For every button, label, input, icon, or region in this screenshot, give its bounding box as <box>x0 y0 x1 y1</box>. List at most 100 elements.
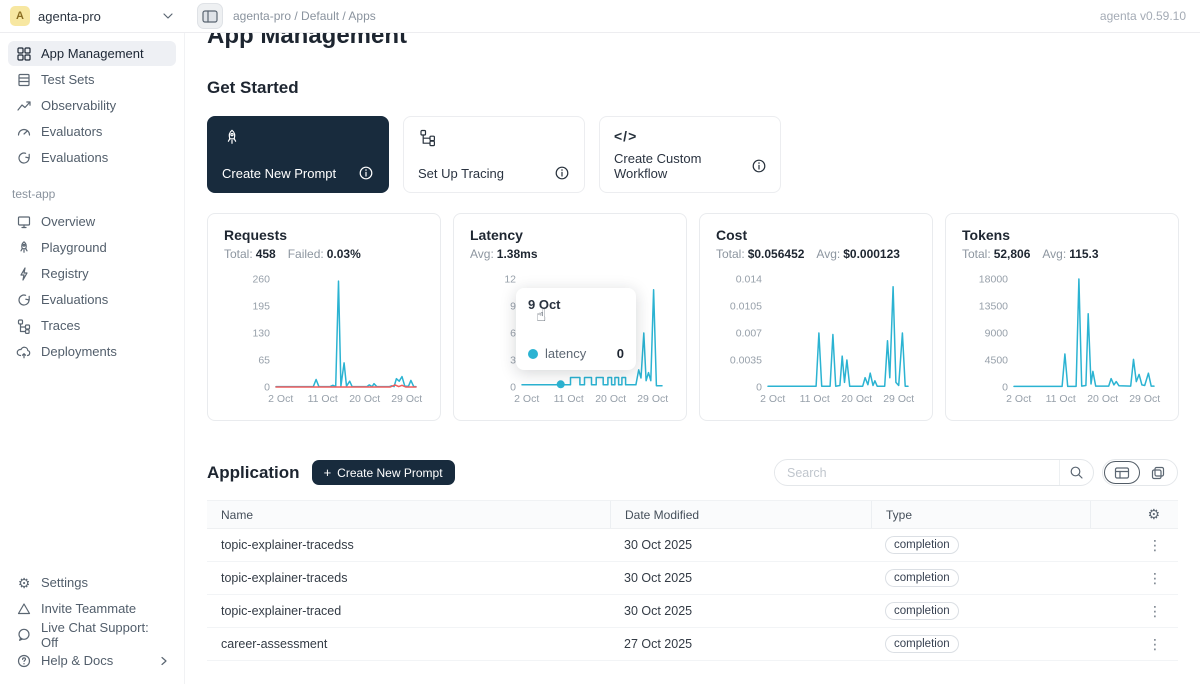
tokens-card: Tokens Total:52,806 Avg:115.3 0450090001… <box>945 213 1179 421</box>
sidebar-item-label: Overview <box>41 214 95 229</box>
card-label: Set Up Tracing <box>418 166 504 181</box>
svg-text:20 Oct: 20 Oct <box>349 393 380 405</box>
sidebar-item-traces[interactable]: Traces <box>8 313 176 338</box>
workspace-avatar: A <box>10 6 30 26</box>
sidebar-item-label: Registry <box>41 266 89 281</box>
help-icon <box>16 653 32 669</box>
application-heading: Application <box>207 463 300 483</box>
refresh-icon <box>16 150 32 166</box>
sidebar-item-evaluations-app[interactable]: Evaluations <box>8 287 176 312</box>
sidebar-item-evaluations[interactable]: Evaluations <box>8 145 176 170</box>
sidebar-item-overview[interactable]: Overview <box>8 209 176 234</box>
table-row[interactable]: topic-explainer-tracedss 30 Oct 2025 com… <box>207 529 1178 562</box>
sidebar-footer: ⚙ Settings Invite Teammate Live Chat Sup… <box>8 570 176 676</box>
svg-text:18000: 18000 <box>979 274 1008 286</box>
view-toggle <box>1102 459 1178 486</box>
sidebar-item-invite-teammate[interactable]: Invite Teammate <box>8 596 176 621</box>
sidebar-item-label: Evaluators <box>41 124 102 139</box>
set-up-tracing-card[interactable]: Set Up Tracing <box>403 116 585 193</box>
top-bar: A agenta-pro agenta-pro / Default / Apps… <box>0 0 1200 33</box>
observability-icon <box>16 98 32 114</box>
type-badge: completion <box>885 635 959 653</box>
sidebar-item-help-docs[interactable]: Help & Docs <box>8 648 176 673</box>
table-settings-gear-icon[interactable]: ⚙ <box>1147 507 1160 523</box>
sidebar-item-label: Traces <box>41 318 80 333</box>
sidebar-item-label: App Management <box>41 46 144 61</box>
svg-text:29 Oct: 29 Oct <box>637 393 668 405</box>
column-header-type[interactable]: Type <box>871 501 1090 528</box>
column-header-date-modified[interactable]: Date Modified <box>610 501 871 528</box>
monitor-icon <box>16 214 32 230</box>
sidebar-item-label: Playground <box>41 240 107 255</box>
card-label: Create New Prompt <box>222 166 336 181</box>
grid-icon <box>16 46 32 62</box>
create-new-prompt-button[interactable]: + Create New Prompt <box>312 460 455 485</box>
svg-text:0.014: 0.014 <box>736 274 762 286</box>
row-menu-kebab-icon[interactable]: ⋮ <box>1148 604 1162 620</box>
svg-text:4500: 4500 <box>985 355 1009 367</box>
search-input[interactable] <box>775 466 1059 480</box>
sidebar-item-evaluators[interactable]: Evaluators <box>8 119 176 144</box>
app-name: career-assessment <box>207 637 610 651</box>
svg-text:9000: 9000 <box>985 328 1009 340</box>
table-view-button[interactable] <box>1104 461 1140 484</box>
svg-text:0: 0 <box>510 382 516 394</box>
svg-text:11 Oct: 11 Oct <box>1046 393 1076 405</box>
table-row[interactable]: topic-explainer-traceds 30 Oct 2025 comp… <box>207 562 1178 595</box>
info-icon[interactable] <box>554 165 570 181</box>
column-header-name[interactable]: Name <box>207 501 610 528</box>
svg-text:2 Oct: 2 Oct <box>1006 393 1031 405</box>
get-started-cards: Create New Prompt Set Up Tracing </> Cre… <box>207 116 1178 193</box>
sidebar-item-label: Test Sets <box>41 72 94 87</box>
card-label: Create Custom Workflow <box>614 151 751 181</box>
svg-text:11 Oct: 11 Oct <box>554 393 584 405</box>
sidebar-item-observability[interactable]: Observability <box>8 93 176 118</box>
sidebar-item-settings[interactable]: ⚙ Settings <box>8 570 176 595</box>
sidebar-toggle-button[interactable] <box>197 3 223 29</box>
sidebar-item-label: Evaluations <box>41 292 108 307</box>
create-custom-workflow-card[interactable]: </> Create Custom Workflow <box>599 116 781 193</box>
type-badge: completion <box>885 602 959 620</box>
row-menu-kebab-icon[interactable]: ⋮ <box>1148 637 1162 653</box>
sidebar-item-label: Invite Teammate <box>41 601 136 616</box>
stats-row: Requests Total:458 Failed:0.03% 06513019… <box>207 213 1178 421</box>
sidebar-item-deployments[interactable]: Deployments <box>8 339 176 364</box>
table-row[interactable]: career-assessment 27 Oct 2025 completion… <box>207 628 1178 661</box>
workspace-selector[interactable]: A agenta-pro <box>0 6 185 26</box>
svg-text:0: 0 <box>264 382 270 394</box>
info-icon[interactable] <box>751 158 766 174</box>
svg-text:0: 0 <box>1002 382 1008 394</box>
sidebar-item-label: Help & Docs <box>41 653 113 668</box>
row-menu-kebab-icon[interactable]: ⋮ <box>1148 571 1162 587</box>
chart-stats: Total:52,806 Avg:115.3 <box>962 247 1162 261</box>
sidebar-item-registry[interactable]: Registry <box>8 261 176 286</box>
gauge-icon <box>16 124 32 140</box>
panel-icon <box>202 9 218 24</box>
chart-title: Requests <box>224 227 424 243</box>
svg-text:13500: 13500 <box>979 301 1008 313</box>
svg-text:29 Oct: 29 Oct <box>883 393 914 405</box>
table-row[interactable]: topic-explainer-traced 30 Oct 2025 compl… <box>207 595 1178 628</box>
row-menu-kebab-icon[interactable]: ⋮ <box>1148 538 1162 554</box>
chart-title: Cost <box>716 227 916 243</box>
button-label: Create New Prompt <box>337 466 442 480</box>
sidebar-item-live-chat[interactable]: Live Chat Support: Off <box>8 622 176 647</box>
sidebar-item-test-sets[interactable]: Test Sets <box>8 67 176 92</box>
svg-text:260: 260 <box>252 274 270 286</box>
chevron-right-icon <box>160 656 168 666</box>
refresh-icon <box>16 292 32 308</box>
app-name: topic-explainer-traceds <box>207 571 610 585</box>
svg-text:20 Oct: 20 Oct <box>595 393 626 405</box>
svg-text:0: 0 <box>756 382 762 394</box>
svg-text:0.007: 0.007 <box>736 328 762 340</box>
create-new-prompt-card[interactable]: Create New Prompt <box>207 116 389 193</box>
type-badge: completion <box>885 536 959 554</box>
card-view-button[interactable] <box>1140 461 1176 484</box>
type-badge: completion <box>885 569 959 587</box>
info-icon[interactable] <box>358 165 374 181</box>
breadcrumb[interactable]: agenta-pro / Default / Apps <box>233 9 376 23</box>
search-icon[interactable] <box>1059 460 1093 485</box>
sidebar-item-playground[interactable]: Playground <box>8 235 176 260</box>
sidebar-item-app-management[interactable]: App Management <box>8 41 176 66</box>
svg-text:12: 12 <box>504 274 516 286</box>
